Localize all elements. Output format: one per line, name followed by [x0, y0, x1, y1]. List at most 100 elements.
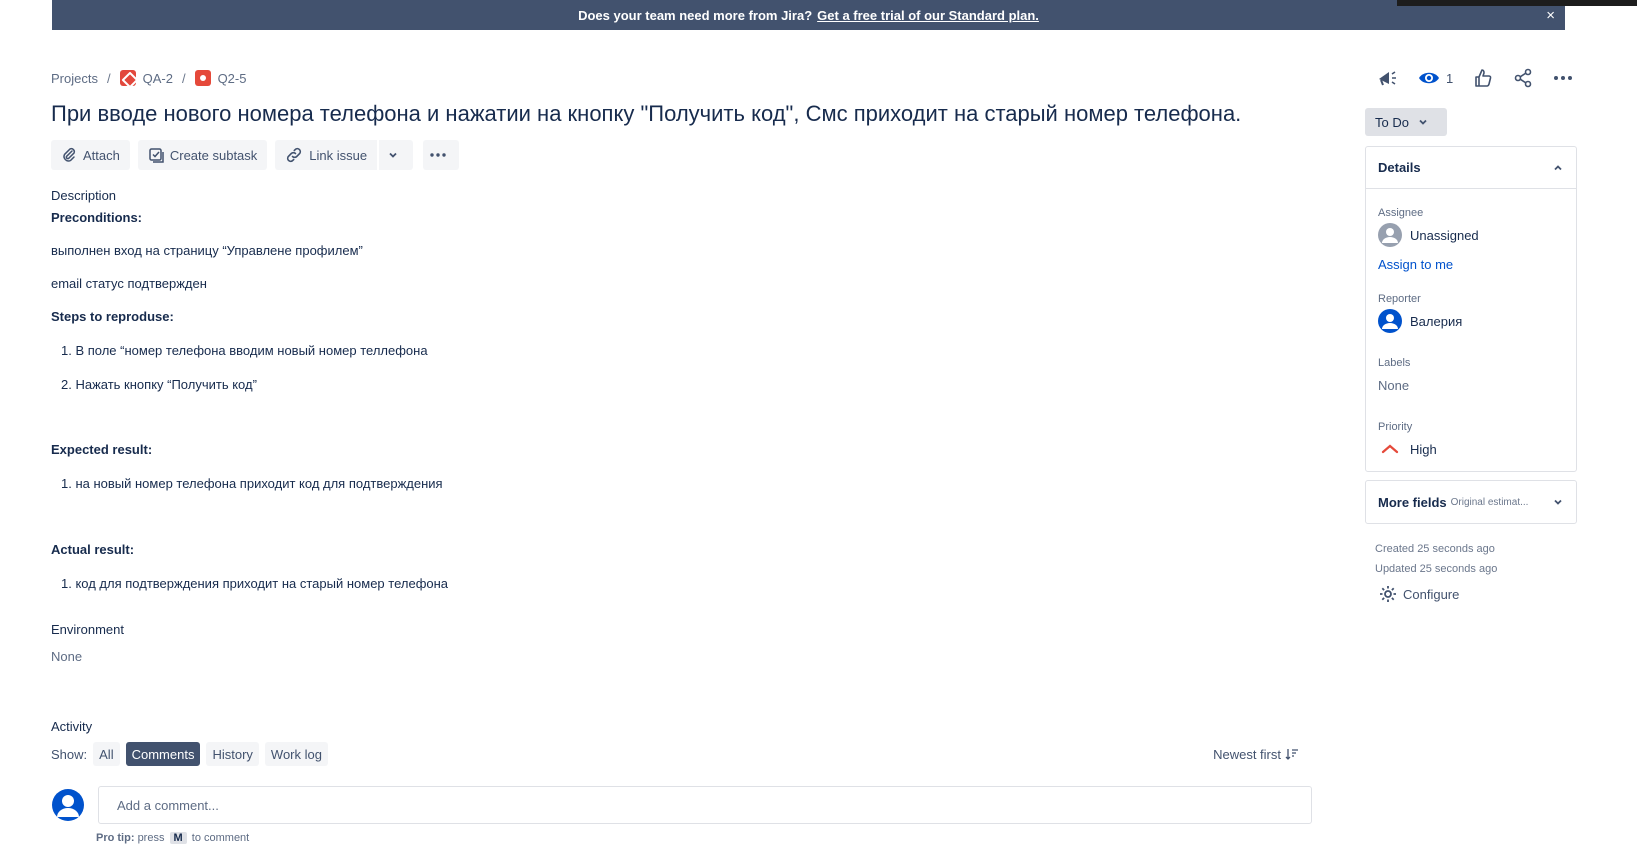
more-actions-icon-button[interactable] — [1553, 75, 1573, 81]
step-item: 1. В поле “номер телефона вводим новый н… — [61, 343, 428, 358]
labels-label: Labels — [1378, 357, 1411, 369]
more-icon — [430, 153, 446, 157]
vote-button[interactable] — [1473, 68, 1493, 88]
priority-high-icon — [1381, 444, 1399, 454]
breadcrumb-project-key[interactable]: QA-2 — [143, 71, 173, 86]
sort-button[interactable]: Newest first — [1213, 747, 1299, 762]
filter-work-log[interactable]: Work log — [264, 742, 328, 766]
create-subtask-label: Create subtask — [169, 147, 258, 163]
priority-field[interactable]: High — [1378, 437, 1437, 461]
actual-heading: Actual result: — [51, 542, 135, 557]
filter-history[interactable]: History — [206, 742, 259, 766]
breadcrumb-separator: / — [106, 70, 111, 86]
share-icon — [1514, 68, 1532, 88]
banner-trial-link[interactable]: Get a free trial of our Standard plan. — [817, 8, 1039, 23]
precondition-line: email статус подтвержден — [51, 276, 207, 291]
preconditions-heading: Preconditions: — [51, 210, 143, 225]
protip-prefix: Pro tip: — [96, 832, 135, 844]
window-edge — [1397, 0, 1637, 6]
chevron-down-icon — [389, 152, 397, 158]
expected-heading: Expected result: — [51, 442, 153, 457]
details-heading: Details — [1378, 160, 1421, 175]
paperclip-icon — [63, 147, 76, 162]
description-label: Description — [51, 188, 117, 203]
priority-value: High — [1410, 441, 1437, 457]
protip-suffix: to comment — [191, 832, 250, 844]
issue-title[interactable]: При вводе нового номера телефона и нажат… — [51, 101, 1241, 127]
protip-press: press — [137, 832, 165, 844]
labels-value[interactable]: None — [1378, 378, 1409, 393]
activity-heading: Activity — [51, 719, 93, 734]
attach-label: Attach — [83, 147, 120, 163]
comment-placeholder: Add a comment... — [117, 797, 219, 813]
updated-timestamp: Updated 25 seconds ago — [1375, 563, 1498, 575]
actual-item: 1. код для подтверждения приходит на ста… — [61, 576, 449, 591]
show-label: Show: — [51, 746, 88, 762]
more-actions-button[interactable] — [423, 140, 460, 170]
chevron-down-icon — [1419, 119, 1427, 125]
more-fields-panel[interactable]: More fields Original estimat... — [1365, 480, 1577, 524]
more-fields-subtitle: Original estimat... — [1450, 496, 1529, 508]
bug-icon — [194, 70, 211, 86]
more-fields-title: More fields — [1378, 494, 1447, 510]
expected-item: 1. на новый номер телефона приходит код … — [61, 476, 443, 491]
assignee-field[interactable]: Unassigned — [1378, 223, 1479, 247]
filter-comments[interactable]: Comments — [125, 742, 201, 766]
sort-icon — [1285, 749, 1298, 760]
chevron-down-icon — [1554, 499, 1562, 505]
details-header[interactable]: Details — [1366, 147, 1576, 189]
thumbs-up-icon — [1475, 69, 1492, 87]
share-button[interactable] — [1513, 68, 1533, 88]
steps-heading: Steps to reproduse: — [51, 309, 174, 324]
assignee-value: Unassigned — [1410, 227, 1479, 243]
status-label: To Do — [1375, 114, 1409, 130]
chevron-up-icon — [1554, 164, 1562, 170]
more-icon — [1554, 76, 1573, 80]
watch-button[interactable]: 1 — [1418, 70, 1453, 86]
reporter-label: Reporter — [1378, 293, 1421, 305]
feedback-button[interactable] — [1376, 68, 1398, 88]
sort-label: Newest first — [1213, 746, 1281, 762]
activity-filters: Show: All Comments History Work log Newe… — [51, 742, 1299, 766]
precondition-line: выполнен вход на страницу “Управлене про… — [51, 243, 363, 258]
reporter-value: Валерия — [1410, 313, 1463, 329]
current-user-avatar — [52, 789, 84, 821]
link-icon — [287, 147, 302, 163]
configure-button[interactable]: Configure — [1379, 585, 1459, 603]
status-dropdown[interactable]: To Do — [1365, 108, 1447, 136]
priority-label: Priority — [1378, 421, 1413, 433]
link-issue-button[interactable]: Link issue — [275, 140, 378, 170]
gear-icon — [1380, 586, 1396, 602]
created-timestamp: Created 25 seconds ago — [1375, 543, 1495, 555]
assign-to-me-link[interactable]: Assign to me — [1378, 257, 1453, 272]
pro-tip: Pro tip: press M to comment — [96, 832, 249, 844]
banner-text: Does your team need more from Jira? — [578, 7, 813, 23]
configure-label: Configure — [1403, 586, 1460, 602]
issue-actions: 1 — [1376, 68, 1593, 88]
environment-value[interactable]: None — [51, 649, 82, 664]
breadcrumb-separator: / — [181, 70, 186, 86]
link-issue-label: Link issue — [309, 147, 368, 163]
reporter-field[interactable]: Валерия — [1378, 309, 1462, 333]
eye-icon — [1419, 72, 1439, 84]
megaphone-icon — [1379, 71, 1396, 86]
close-icon[interactable]: × — [1546, 7, 1555, 24]
environment-label: Environment — [51, 622, 124, 637]
details-panel: Details Assignee Unassigned Assign to me… — [1365, 146, 1577, 472]
comment-input[interactable]: Add a comment... — [98, 786, 1312, 824]
protip-key: M — [169, 832, 187, 844]
create-subtask-button[interactable]: Create subtask — [137, 140, 268, 170]
breadcrumb-projects[interactable]: Projects — [51, 71, 98, 86]
unassigned-avatar-icon — [1378, 223, 1402, 247]
breadcrumb-issue-key[interactable]: Q2-5 — [218, 71, 247, 86]
subtask-icon — [149, 148, 164, 163]
reporter-avatar-icon — [1378, 309, 1402, 333]
step-item: 2. Нажать кнопку “Получить код” — [61, 377, 257, 392]
watch-count: 1 — [1446, 70, 1454, 86]
attach-button[interactable]: Attach — [51, 140, 130, 170]
trial-banner: Does your team need more from Jira? Get … — [52, 0, 1565, 30]
breadcrumb: Projects / QA-2 / Q2-5 — [51, 70, 246, 86]
filter-all[interactable]: All — [93, 742, 120, 766]
link-issue-dropdown[interactable] — [379, 140, 414, 170]
issue-toolbar: Attach Create subtask Link issue — [51, 140, 467, 170]
